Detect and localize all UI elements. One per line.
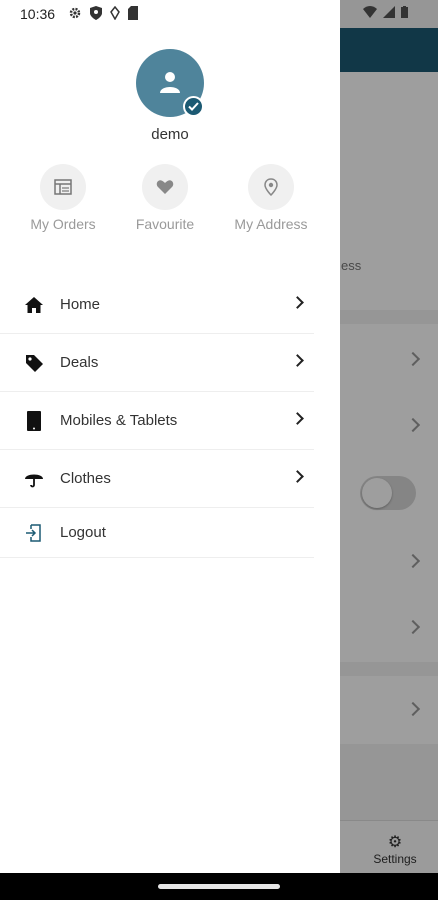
navigation-drawer: demo My Orders Favourite My Address Home… bbox=[0, 0, 340, 873]
logout-button[interactable]: Logout bbox=[0, 508, 314, 558]
chevron-right-icon bbox=[291, 296, 304, 309]
menu-item-label: Mobiles & Tablets bbox=[60, 412, 178, 429]
status-bar: 10:36 bbox=[0, 0, 438, 28]
quick-action-my-address[interactable]: My Address bbox=[221, 164, 321, 232]
verified-badge-icon bbox=[183, 96, 204, 117]
battery-icon bbox=[401, 6, 408, 18]
username: demo bbox=[151, 126, 189, 143]
logout-label: Logout bbox=[60, 524, 106, 541]
wifi-icon bbox=[363, 6, 377, 18]
sd-card-icon bbox=[128, 6, 138, 20]
menu-item-label: Home bbox=[60, 296, 101, 313]
menu-item-label: Clothes bbox=[60, 470, 111, 487]
tablet-icon bbox=[27, 411, 41, 431]
drawer-menu: Home Deals Mobiles & Tablets Clothes Log… bbox=[0, 276, 314, 558]
chevron-right-icon bbox=[291, 412, 304, 425]
signal-icon bbox=[383, 6, 395, 18]
menu-item-clothes[interactable]: Clothes bbox=[0, 450, 314, 508]
location-pin-icon bbox=[264, 178, 278, 196]
person-icon bbox=[160, 72, 180, 93]
quick-action-label: Favourite bbox=[135, 216, 195, 232]
quick-action-label: My Address bbox=[234, 216, 308, 232]
menu-item-label: Deals bbox=[60, 354, 99, 371]
quick-action-label: My Orders bbox=[30, 216, 96, 232]
status-notification-icons bbox=[68, 6, 138, 20]
gear-icon bbox=[69, 7, 81, 19]
logout-icon bbox=[26, 524, 41, 542]
umbrella-icon bbox=[25, 474, 43, 488]
heart-icon bbox=[156, 180, 174, 194]
tag-icon bbox=[26, 355, 43, 372]
chevron-right-icon bbox=[291, 470, 304, 483]
quick-action-my-orders[interactable]: My Orders bbox=[13, 164, 113, 232]
home-icon bbox=[25, 297, 43, 313]
status-time: 10:36 bbox=[20, 6, 56, 22]
chevron-right-icon bbox=[291, 354, 304, 367]
diamond-icon bbox=[110, 6, 120, 20]
status-system-icons bbox=[363, 6, 408, 18]
orders-icon bbox=[54, 179, 72, 195]
menu-item-mobiles-tablets[interactable]: Mobiles & Tablets bbox=[0, 392, 314, 450]
quick-action-favourite[interactable]: Favourite bbox=[115, 164, 215, 232]
menu-item-deals[interactable]: Deals bbox=[0, 334, 314, 392]
menu-item-home[interactable]: Home bbox=[0, 276, 314, 334]
home-indicator[interactable] bbox=[158, 884, 280, 889]
shield-icon bbox=[90, 6, 102, 20]
system-navigation-bar bbox=[0, 873, 438, 900]
